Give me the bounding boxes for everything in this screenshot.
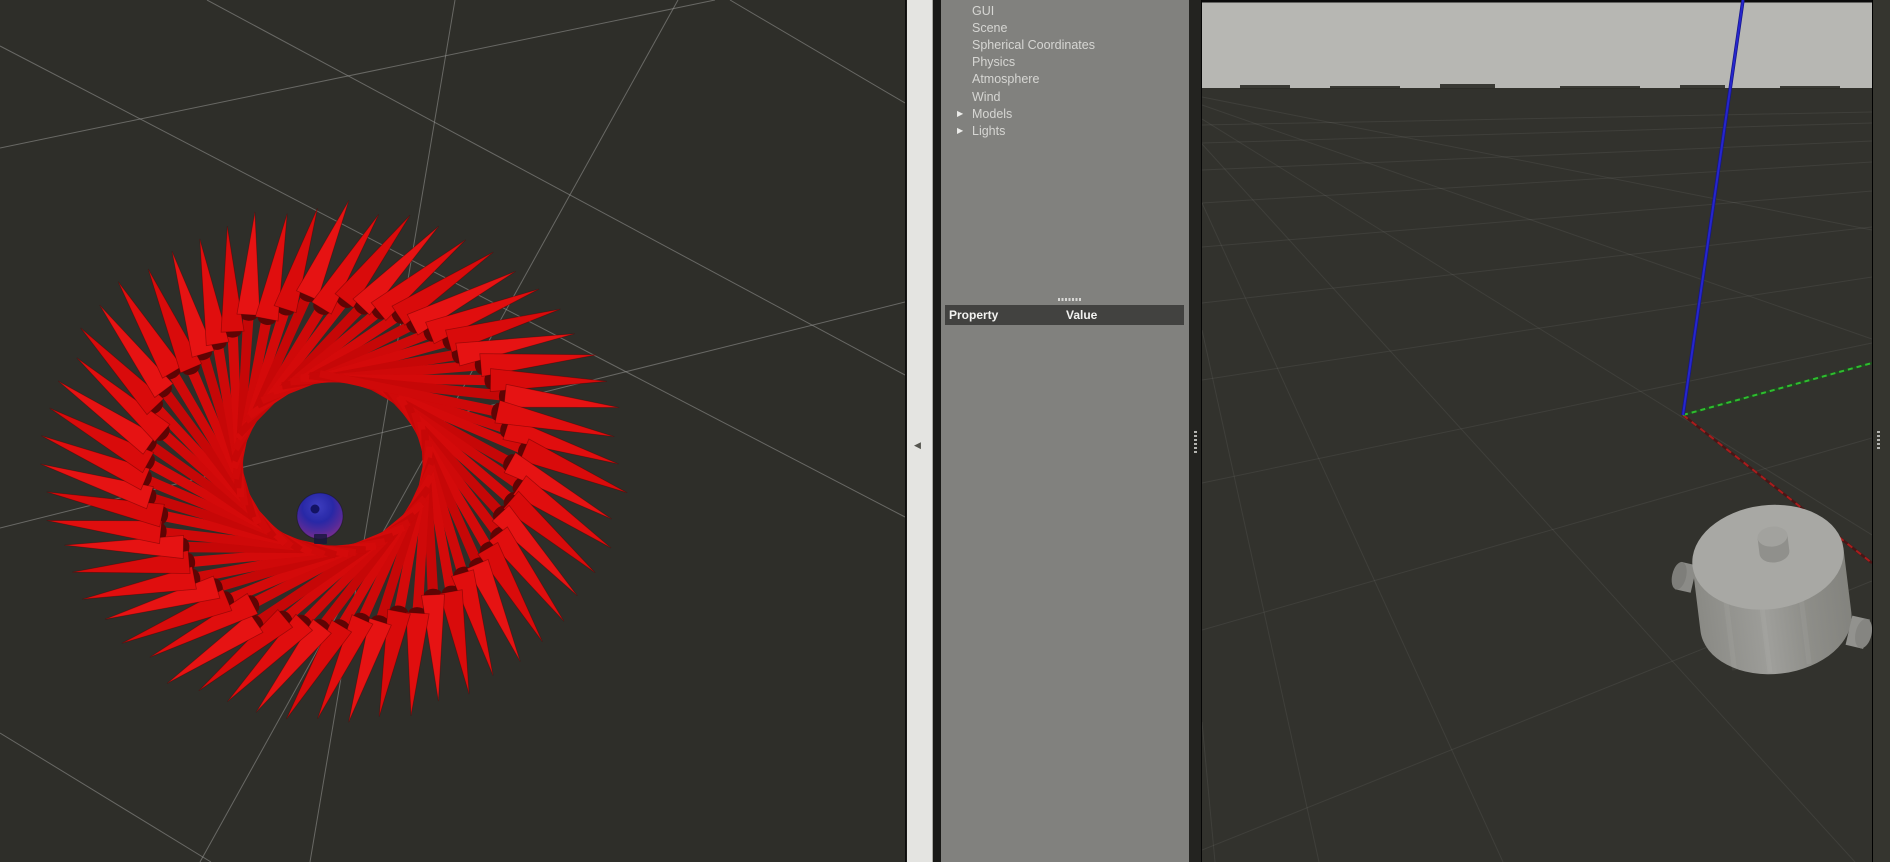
tree-item-gui[interactable]: GUI <box>941 2 1189 19</box>
tree-item-wind[interactable]: Wind <box>941 88 1189 105</box>
tree-item-label: Physics <box>972 55 1015 69</box>
property-splitter-handle[interactable] <box>1058 298 1082 301</box>
left-splitter-bar[interactable] <box>907 0 933 862</box>
value-column-header[interactable]: Value <box>1066 308 1097 322</box>
collapse-left-icon[interactable]: ◀ <box>914 441 921 450</box>
left-splitter[interactable]: ◀ <box>905 0 941 862</box>
tree-item-label: Lights <box>972 124 1005 138</box>
tree-item-label: Models <box>972 107 1012 121</box>
tree-item-label: GUI <box>972 4 994 18</box>
left-scene-canvas <box>0 0 905 862</box>
sphere-dark-dot <box>311 505 320 514</box>
tree-item-label: Spherical Coordinates <box>972 38 1095 52</box>
sphere-model[interactable] <box>297 493 343 544</box>
tree-item-scene[interactable]: Scene <box>941 19 1189 36</box>
branch-closed-icon[interactable]: ▶ <box>957 109 972 118</box>
tree-item-label: Atmosphere <box>972 72 1039 86</box>
sphere-bottom-notch <box>314 534 327 544</box>
wind-arrow-heads <box>41 200 628 722</box>
tree-item-atmosphere[interactable]: Atmosphere <box>941 71 1189 88</box>
property-table-header: Property Value <box>945 305 1184 325</box>
tree-item-models[interactable]: ▶Models <box>941 105 1189 122</box>
right-scene-canvas <box>1202 0 1872 862</box>
right-edge-splitter-handle[interactable] <box>1877 431 1880 451</box>
right-edge-splitter[interactable] <box>1872 0 1890 862</box>
tree-item-label: Scene <box>972 21 1007 35</box>
tree-item-spherical-coordinates[interactable]: Spherical Coordinates <box>941 36 1189 53</box>
ground-plane <box>1202 88 1872 862</box>
tree-item-label: Wind <box>972 90 1000 104</box>
right-3d-viewport[interactable] <box>1202 0 1872 862</box>
center-right-splitter[interactable] <box>1189 0 1202 862</box>
branch-closed-icon[interactable]: ▶ <box>957 126 972 135</box>
sky <box>1202 0 1872 88</box>
top-border <box>1202 0 1872 3</box>
left-3d-viewport[interactable] <box>0 0 905 862</box>
world-tree: GUI Scene Spherical Coordinates Physics Atmo… <box>941 2 1189 140</box>
property-column-header[interactable]: Property <box>949 308 1066 322</box>
tree-item-physics[interactable]: Physics <box>941 54 1189 71</box>
center-right-splitter-handle[interactable] <box>1194 431 1197 453</box>
gazebo-window: ◀ GUI Scene Spherical Coordinates Physics At… <box>0 0 1890 862</box>
tree-item-lights[interactable]: ▶Lights <box>941 122 1189 139</box>
world-panel: GUI Scene Spherical Coordinates Physics Atmo… <box>941 0 1189 862</box>
